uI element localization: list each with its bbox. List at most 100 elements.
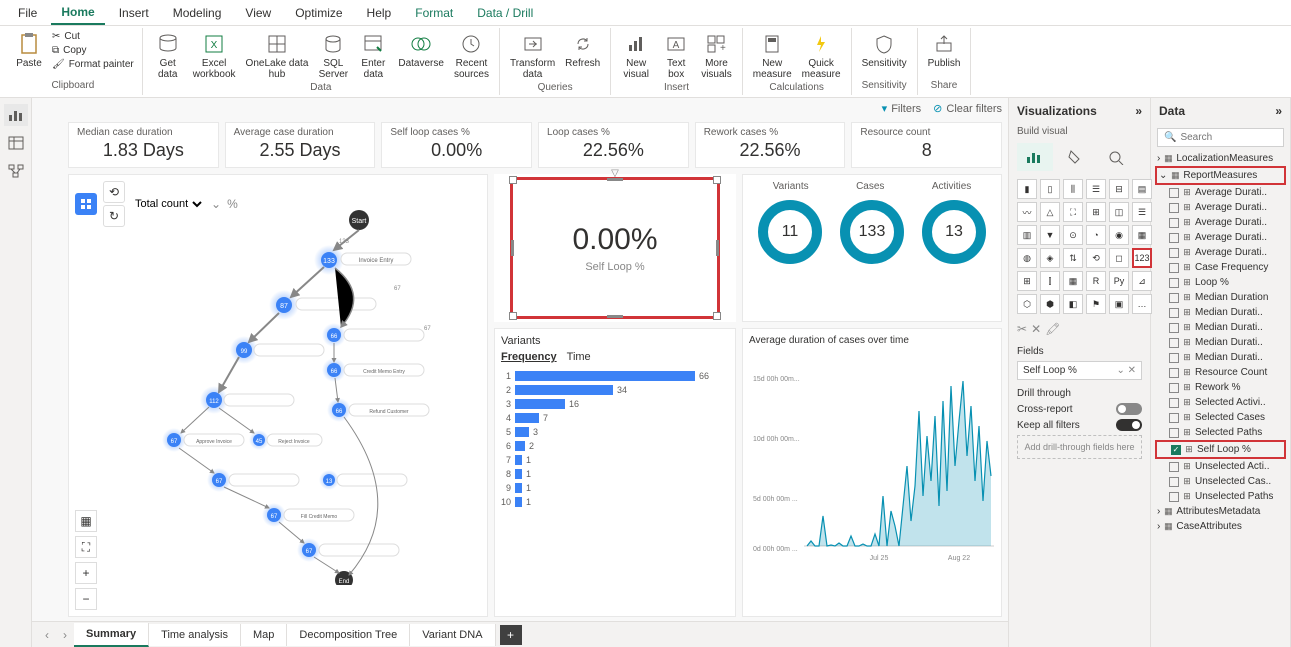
viz-type-30[interactable]: ⬡ [1017, 294, 1037, 314]
grid-toggle-button[interactable]: ▦ [75, 510, 97, 532]
card-average[interactable]: Average case duration2.55 Days [225, 122, 376, 168]
field-averagedurati[interactable]: ⊞Average Durati.. [1155, 230, 1286, 245]
dataverse-button[interactable]: Dataverse [394, 30, 448, 71]
viz-type-21[interactable]: ⟲ [1086, 248, 1106, 268]
cross-report-toggle[interactable] [1116, 403, 1142, 415]
report-canvas[interactable]: ▾Filters ⊘Clear filters Median case dura… [32, 98, 1008, 647]
build-mode-button[interactable] [1017, 143, 1053, 171]
variant-bar-row[interactable]: 71 [501, 455, 729, 465]
menu-insert[interactable]: Insert [109, 2, 159, 24]
viz-type-32[interactable]: ◧ [1063, 294, 1083, 314]
viz-type-34[interactable]: ▣ [1109, 294, 1129, 314]
checkbox[interactable] [1169, 188, 1179, 198]
textbox-button[interactable]: AText box [657, 30, 695, 82]
add-page-button[interactable]: + [500, 625, 522, 645]
zoom-in-button[interactable]: + [75, 562, 97, 584]
viz-type-8[interactable]: ⛶ [1063, 202, 1083, 222]
viz-type-5[interactable]: ▤ [1132, 179, 1152, 199]
viz-type-3[interactable]: ☰ [1086, 179, 1106, 199]
report-view-button[interactable] [4, 104, 28, 126]
viz-type-0[interactable]: ▮ [1017, 179, 1037, 199]
viz-type-4[interactable]: ⊟ [1109, 179, 1129, 199]
variant-bar-row[interactable]: 101 [501, 497, 729, 507]
drill-through-well[interactable]: Add drill-through fields here [1017, 435, 1142, 459]
checkbox[interactable] [1169, 308, 1179, 318]
viz-type-29[interactable]: ⊿ [1132, 271, 1152, 291]
search-input[interactable] [1180, 132, 1277, 143]
format-mode-button[interactable] [1057, 143, 1093, 171]
viz-type-11[interactable]: ☰ [1132, 202, 1152, 222]
checkbox[interactable] [1169, 263, 1179, 273]
tab-prev-button[interactable]: ‹ [38, 628, 56, 642]
loop-icon-button[interactable]: ⟲ [103, 181, 125, 203]
checkbox[interactable] [1169, 383, 1179, 393]
process-graph[interactable]: Start 133Invoice Entry 133 87 67 66 67 9… [119, 205, 481, 610]
checkbox[interactable] [1171, 445, 1181, 455]
tab-summary[interactable]: Summary [74, 623, 149, 647]
copy-button[interactable]: ⧉Copy [50, 44, 136, 57]
analytics-mode-button[interactable] [1097, 143, 1133, 171]
field-loop[interactable]: ⊞Loop % [1155, 275, 1286, 290]
menu-file[interactable]: File [8, 2, 47, 24]
card-median[interactable]: Median case duration1.83 Days [68, 122, 219, 168]
menu-datadrill[interactable]: Data / Drill [467, 2, 543, 24]
tab-time-analysis[interactable]: Time analysis [149, 624, 241, 646]
table-localization[interactable]: ›▦LocalizationMeasures [1155, 151, 1286, 166]
viz-type-31[interactable]: ⬢ [1040, 294, 1060, 314]
tab-time[interactable]: Time [567, 351, 591, 365]
viz-type-13[interactable]: ▼ [1040, 225, 1060, 245]
filters-button[interactable]: ▾Filters [882, 102, 921, 115]
field-mediandurati[interactable]: ⊞Median Durati.. [1155, 320, 1286, 335]
field-selfloop[interactable]: ⊞Self Loop % [1155, 440, 1286, 459]
excel-button[interactable]: XExcel workbook [189, 30, 240, 82]
table-caseattributes[interactable]: ›▦CaseAttributes [1155, 519, 1286, 534]
collapse-icon[interactable]: » [1135, 104, 1142, 118]
variant-bar-row[interactable]: 166 [501, 371, 729, 381]
checkbox[interactable] [1169, 398, 1179, 408]
field-averagedurati[interactable]: ⊞Average Durati.. [1155, 245, 1286, 260]
checkbox[interactable] [1169, 293, 1179, 303]
viz-type-26[interactable]: ▦ [1063, 271, 1083, 291]
viz-type-16[interactable]: ◉ [1109, 225, 1129, 245]
viz-type-35[interactable]: … [1132, 294, 1152, 314]
cut-button[interactable]: ✂Cut [50, 30, 136, 43]
checkbox[interactable] [1169, 353, 1179, 363]
field-rework[interactable]: ⊞Rework % [1155, 380, 1286, 395]
variant-bar-row[interactable]: 47 [501, 413, 729, 423]
crossed-tool-icon[interactable]: ✕ [1031, 322, 1041, 336]
refresh-button[interactable]: Refresh [561, 30, 604, 71]
tab-frequency[interactable]: Frequency [501, 351, 557, 365]
viz-type-20[interactable]: ⇅ [1063, 248, 1083, 268]
checkbox[interactable] [1169, 492, 1179, 502]
viz-type-23[interactable]: 123 [1132, 248, 1152, 268]
fit-button[interactable]: ⛶ [75, 536, 97, 558]
field-mediandurati[interactable]: ⊞Median Durati.. [1155, 350, 1286, 365]
publish-button[interactable]: Publish [924, 30, 965, 71]
checkbox[interactable] [1169, 278, 1179, 288]
field-mediandurati[interactable]: ⊞Median Durati.. [1155, 305, 1286, 320]
clear-filters-button[interactable]: ⊘Clear filters [933, 102, 1002, 115]
model-view-button[interactable] [4, 160, 28, 182]
checkbox[interactable] [1169, 462, 1179, 472]
viz-type-2[interactable]: ⫼ [1063, 179, 1083, 199]
viz-type-17[interactable]: ▦ [1132, 225, 1152, 245]
more-visuals-button[interactable]: +More visuals [697, 30, 736, 82]
checkbox[interactable] [1169, 413, 1179, 423]
checkbox[interactable] [1169, 368, 1179, 378]
viz-type-18[interactable]: ◍ [1017, 248, 1037, 268]
field-selectedcases[interactable]: ⊞Selected Cases [1155, 410, 1286, 425]
data-view-button[interactable] [4, 132, 28, 154]
field-selectedactivi[interactable]: ⊞Selected Activi.. [1155, 395, 1286, 410]
keep-filters-toggle[interactable] [1116, 419, 1142, 431]
menu-modeling[interactable]: Modeling [163, 2, 232, 24]
format-painter-button[interactable]: 🖌Format painter [50, 58, 136, 71]
card-loop[interactable]: Loop cases %22.56% [538, 122, 689, 168]
viz-type-7[interactable]: △ [1040, 202, 1060, 222]
variants-panel[interactable]: Variants Frequency Time 1662343164753627… [494, 328, 736, 617]
checkbox[interactable] [1169, 218, 1179, 228]
new-measure-button[interactable]: New measure [749, 30, 796, 82]
checkbox[interactable] [1169, 233, 1179, 243]
viz-type-6[interactable]: 〰 [1017, 202, 1037, 222]
table-attributes[interactable]: ›▦AttributesMetadata [1155, 504, 1286, 519]
field-casefrequency[interactable]: ⊞Case Frequency [1155, 260, 1286, 275]
